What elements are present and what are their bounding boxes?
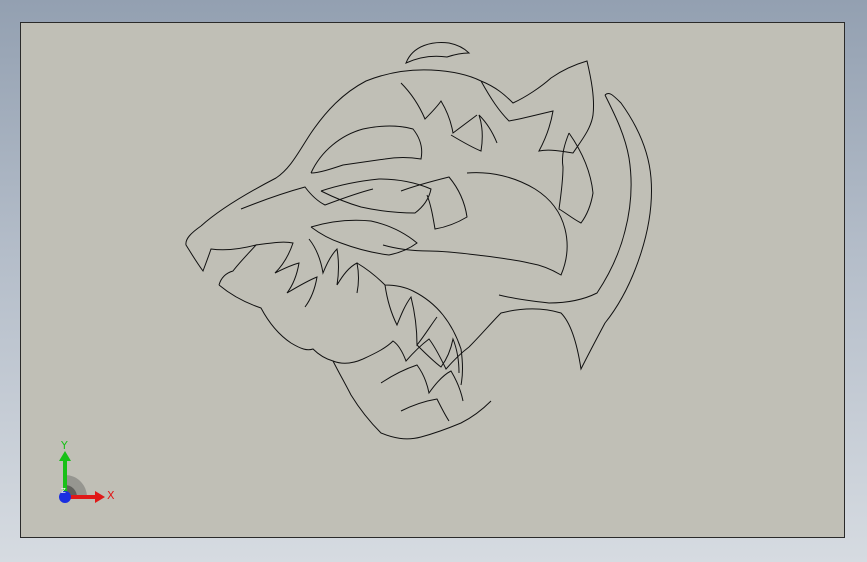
tiger-mane-stripe bbox=[380, 364, 464, 402]
y-axis-label: Y bbox=[60, 441, 68, 452]
tiger-muzzle-stripe bbox=[400, 176, 468, 230]
tiger-lower-jaw bbox=[218, 284, 364, 364]
tiger-ear bbox=[480, 60, 594, 154]
z-axis-label: Z bbox=[61, 487, 66, 495]
tiger-fang bbox=[308, 238, 359, 294]
tiger-upper-lip bbox=[255, 241, 318, 308]
tiger-forehead-outline bbox=[200, 69, 482, 227]
tiger-chin bbox=[332, 360, 492, 440]
graphics-viewport[interactable]: Y X Z bbox=[20, 22, 845, 538]
tiger-brow-stripe bbox=[400, 82, 478, 134]
tiger-eye-stripe bbox=[310, 125, 423, 174]
tiger-mane-stripe bbox=[400, 398, 450, 422]
tiger-mouth-inner bbox=[356, 262, 463, 386]
axis-triad: Y X Z bbox=[59, 441, 115, 503]
y-axis-arrow bbox=[59, 451, 71, 461]
tiger-muzzle-stripe bbox=[310, 219, 418, 256]
tiger-neck-stripe bbox=[498, 94, 632, 304]
tiger-ear-tuft bbox=[405, 42, 471, 64]
tiger-lower-fang bbox=[384, 284, 438, 347]
tiger-neck-stripe bbox=[558, 132, 594, 224]
tiger-muzzle-stripe bbox=[240, 186, 374, 210]
tiger-mane-stripe bbox=[362, 338, 470, 370]
tiger-head-sketch bbox=[185, 42, 652, 440]
x-axis-arrow bbox=[95, 491, 105, 503]
x-axis-label: X bbox=[107, 489, 115, 502]
tiger-cheek bbox=[468, 92, 652, 371]
tiger-eye bbox=[320, 178, 432, 214]
tiger-brow-stripe bbox=[450, 114, 498, 152]
tiger-snout bbox=[185, 225, 258, 286]
